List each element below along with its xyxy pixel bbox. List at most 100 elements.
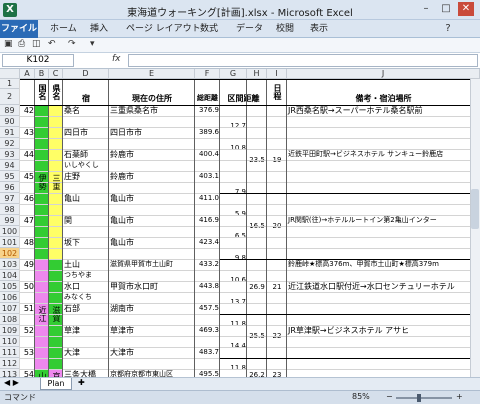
row-header[interactable]: 103 <box>0 259 20 270</box>
formula-bar: K102 fx <box>0 53 480 69</box>
row-header[interactable]: 97 <box>0 193 20 204</box>
vertical-scrollbar-thumb[interactable] <box>471 189 479 229</box>
row-header[interactable]: 102 <box>0 248 20 259</box>
window-title: 東海道ウォーキング[計画].xlsx - Microsoft Excel <box>127 8 353 19</box>
column-header[interactable]: I <box>267 69 287 79</box>
cell-address: 亀山市 <box>110 194 134 203</box>
sheet-tab-plan[interactable]: Plan <box>40 378 72 390</box>
maximize-icon[interactable]: □ <box>438 2 454 16</box>
gridline <box>20 149 480 150</box>
row-header[interactable]: 107 <box>0 303 20 314</box>
column-header[interactable]: B <box>35 69 49 79</box>
cell-number: 49 <box>23 260 34 269</box>
row-header[interactable]: 93 <box>0 149 20 160</box>
sheet-nav-icon[interactable]: ◀ ▶ <box>4 378 19 387</box>
print-icon[interactable]: ⎙ <box>18 39 25 49</box>
zoom-out-icon[interactable]: − <box>386 392 393 401</box>
row-header[interactable]: 94 <box>0 160 20 171</box>
cell-notes: 近江鉄道水口駅付近→水口センチュリーホテル <box>288 282 455 291</box>
tab-review[interactable]: 校閲 <box>276 22 294 36</box>
gridline <box>20 182 480 183</box>
save-icon[interactable]: ▣ <box>4 39 13 49</box>
row-header[interactable]: 101 <box>0 237 20 248</box>
tab-home[interactable]: ホーム <box>50 22 77 36</box>
cell-address: 大津市 <box>110 348 134 357</box>
cell-number: 52 <box>23 326 34 335</box>
row-header[interactable]: 109 <box>0 325 20 336</box>
tab-formulas[interactable]: 数式 <box>200 22 218 36</box>
cell-juku: 土山 <box>64 260 80 269</box>
zoom-level[interactable]: 85% <box>352 392 370 401</box>
minimize-icon[interactable]: – <box>418 2 434 16</box>
gridline <box>20 226 480 227</box>
column-header[interactable]: G <box>220 69 247 79</box>
zoom-slider-thumb[interactable] <box>417 394 422 402</box>
cell-number: 51 <box>23 304 34 313</box>
column-header[interactable]: E <box>109 69 195 79</box>
cell-juku: いしやくし <box>64 161 99 169</box>
column-header[interactable]: D <box>63 69 109 79</box>
row-header[interactable]: 110 <box>0 336 20 347</box>
row-header[interactable]: 99 <box>0 215 20 226</box>
tab-file[interactable]: ファイル <box>0 20 38 38</box>
cell-address: 滋賀県甲賀市土山町 <box>110 260 173 268</box>
row-header[interactable]: 98 <box>0 204 20 215</box>
help-icon[interactable]: ? <box>440 22 456 36</box>
close-icon[interactable]: ✕ <box>458 2 474 16</box>
tab-insert[interactable]: 挿入 <box>90 22 108 36</box>
row-header[interactable]: 104 <box>0 270 20 281</box>
column-header[interactable]: C <box>49 69 63 79</box>
gridline <box>20 369 480 370</box>
cell-notes: 近鉄平田町駅→ビジネスホテル サンキュー鈴鹿店 <box>288 150 444 158</box>
row-header[interactable]: 111 <box>0 347 20 358</box>
customize-toolbar-icon[interactable]: ▾ <box>90 39 95 49</box>
row-header[interactable]: 100 <box>0 226 20 237</box>
gridline <box>20 127 480 128</box>
border-line <box>220 193 479 194</box>
row-header[interactable]: 96 <box>0 182 20 193</box>
row-header[interactable]: 90 <box>0 116 20 127</box>
cell-section-total: 26.2 <box>249 370 265 378</box>
row-header[interactable]: 108 <box>0 314 20 325</box>
cell-address: 甲賀市水口町 <box>110 282 158 291</box>
row-header[interactable]: 113 <box>0 369 20 377</box>
column-header[interactable]: A <box>20 69 35 79</box>
row-header[interactable]: 2 <box>0 89 20 105</box>
gridline <box>20 160 480 161</box>
title-bar: X 東海道ウォーキング[計画].xlsx - Microsoft Excel –… <box>0 0 480 20</box>
preview-icon[interactable]: ◫ <box>32 39 41 49</box>
gridline <box>20 171 480 172</box>
ribbon-tabs: ファイル ホーム 挿入 ページ レイアウト 数式 データ 校閲 表示 ? <box>0 20 480 38</box>
tab-data[interactable]: データ <box>236 22 263 36</box>
zoom-slider[interactable] <box>396 397 452 399</box>
cell-juku: 庄野 <box>64 172 80 181</box>
tab-view[interactable]: 表示 <box>310 22 328 36</box>
spreadsheet-grid[interactable]: A B C D E F G H I J 1 2 国名 県名 日程宿 現在の住所 総距離 備考・宿泊場所 区間距離 89… <box>0 69 480 377</box>
row-header[interactable]: 105 <box>0 281 20 292</box>
column-header[interactable]: H <box>247 69 267 79</box>
row-header[interactable]: 1 <box>0 79 20 89</box>
header-nittei: 日程 <box>273 84 282 100</box>
name-box[interactable]: K102 <box>2 54 74 67</box>
column-header[interactable]: F <box>195 69 220 79</box>
row-header[interactable]: 89 <box>0 105 20 116</box>
row-header[interactable]: 92 <box>0 138 20 149</box>
row-header[interactable]: 91 <box>0 127 20 138</box>
formula-input[interactable] <box>128 54 478 67</box>
undo-icon[interactable]: ↶ <box>48 39 56 49</box>
column-header[interactable]: J <box>287 69 480 79</box>
fx-icon[interactable]: fx <box>112 54 121 64</box>
new-sheet-icon[interactable]: ✚ <box>78 378 85 387</box>
redo-icon[interactable]: ↷ <box>68 39 76 49</box>
select-all-corner[interactable] <box>0 69 20 79</box>
tab-page-layout[interactable]: ページ レイアウト <box>126 22 201 36</box>
cell-number: 43 <box>23 128 34 137</box>
border-line <box>266 79 267 377</box>
gridline <box>20 248 480 249</box>
cell-notes: JR関駅(往)→ホテルルートイン第2亀山インター <box>288 216 437 224</box>
row-header[interactable]: 112 <box>0 358 20 369</box>
zoom-in-icon[interactable]: + <box>456 392 463 401</box>
border-line <box>20 79 479 80</box>
row-header[interactable]: 95 <box>0 171 20 182</box>
row-header[interactable]: 106 <box>0 292 20 303</box>
